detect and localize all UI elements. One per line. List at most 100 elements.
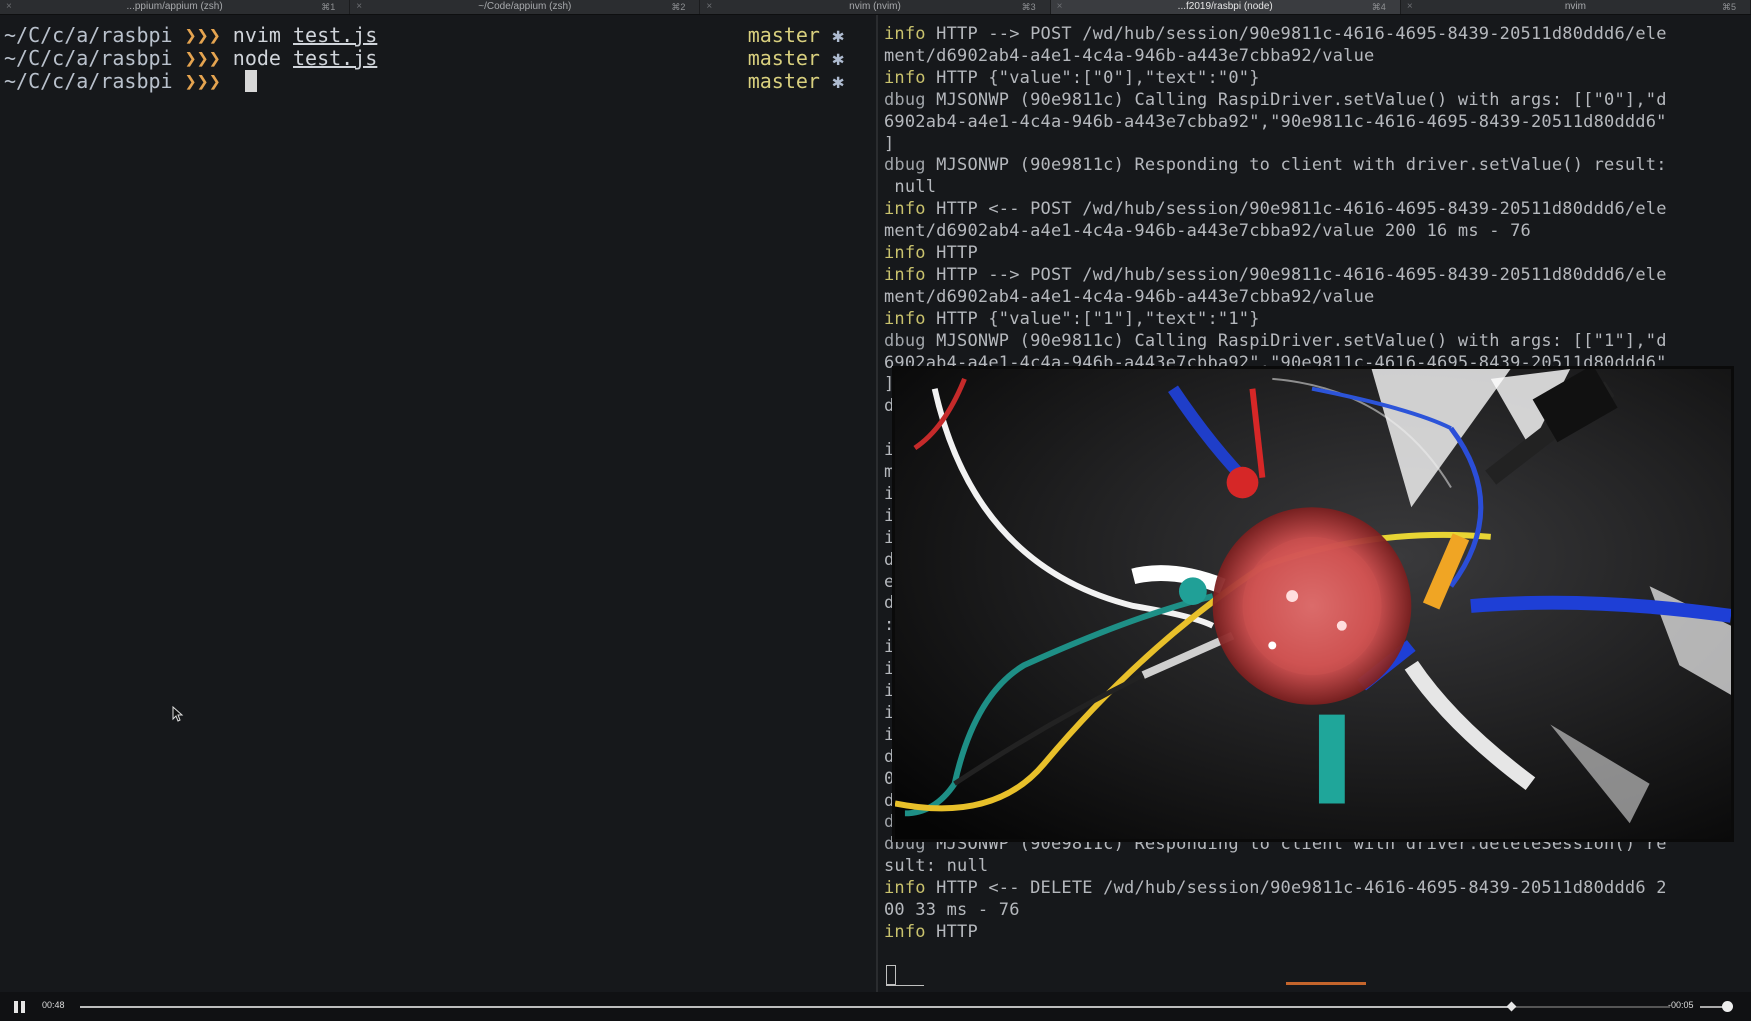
log-level: info [884, 264, 926, 285]
log-text: HTTP --> POST /wd/hub/session/90e9811c-4… [925, 24, 1667, 44]
log-line: info HTTP [884, 242, 978, 264]
log-line: info HTTP [884, 921, 978, 943]
remaining-time: -00:05 [1668, 1000, 1694, 1010]
git-branch-name: master [747, 46, 820, 70]
log-line: info HTTP --> POST /wd/hub/session/90e98… [884, 23, 1667, 45]
tab-3[interactable]: × nvim (nvim) ⌘3 [700, 0, 1051, 14]
log-text: HTTP --> POST /wd/hub/session/90e9811c-4… [925, 264, 1667, 285]
tab-5[interactable]: × nvim ⌘5 [1401, 0, 1751, 14]
prompt-argument: test.js [293, 46, 378, 70]
log-text: HTTP {"value":["1"],"text":"1"} [925, 308, 1260, 329]
terminal-cursor [244, 70, 257, 92]
log-line: ] [884, 133, 894, 155]
log-line: 00 33 ms - 76 [884, 899, 1020, 921]
video-overlay-photo [892, 366, 1734, 842]
log-line: dbug MJSONWP (90e9811c) Calling RaspiDri… [884, 330, 1667, 352]
log-text: HTTP [925, 921, 978, 942]
log-text: MJSONWP (90e9811c) Calling RaspiDriver.s… [925, 89, 1667, 110]
git-branch-indicator: master ✱ [748, 23, 844, 47]
video-player-controls: 00:48 -00:05 [0, 992, 1751, 1021]
terminal-tab-bar: × ...ppium/appium (zsh) ⌘1 × ~/Code/appium (… [0, 0, 1751, 15]
tab-shortcut: ⌘2 [671, 2, 686, 12]
circuit-board-image [895, 369, 1731, 839]
log-level: info [884, 67, 926, 88]
prompt-chevrons: ❯❯❯ [184, 69, 221, 93]
close-icon[interactable]: × [1407, 0, 1413, 14]
log-text: MJSONWP (90e9811c) Calling RaspiDriver.s… [925, 330, 1667, 351]
log-line: info HTTP {"value":["1"],"text":"1"} [884, 308, 1260, 330]
progress-fill [80, 1006, 1511, 1008]
scrubber-handle[interactable] [1506, 1001, 1517, 1012]
log-text: ment/d6902ab4-a4e1-4c4a-946b-a443e7cbba9… [884, 221, 1531, 242]
log-text: sult: null [884, 856, 989, 877]
log-text: 6902ab4-a4e1-4c4a-946b-a443e7cbba92","90… [884, 111, 1667, 132]
git-branch-indicator: master ✱ [748, 46, 844, 70]
elapsed-time: 00:48 [42, 1000, 65, 1010]
prompt-path: ~/C/c/a/rasbpi [4, 23, 173, 47]
close-icon[interactable]: × [6, 0, 12, 14]
log-level: info [884, 199, 926, 220]
log-line: 6902ab4-a4e1-4c4a-946b-a443e7cbba92","90… [884, 111, 1667, 133]
log-level: dbug [884, 155, 926, 176]
log-text: null [884, 177, 937, 198]
log-line: info HTTP --> POST /wd/hub/session/90e98… [884, 264, 1667, 286]
tab-4[interactable]: × ...f2019/rasbpi (node) ⌘4 [1050, 0, 1401, 14]
log-line: ment/d6902ab4-a4e1-4c4a-946b-a443e7cbba9… [884, 220, 1531, 242]
log-line: dbug MJSONWP (90e9811c) Responding to cl… [884, 154, 1667, 176]
tab-shortcut: ⌘4 [1371, 2, 1386, 12]
tab-shortcut: ⌘3 [1021, 2, 1036, 12]
close-icon[interactable]: × [356, 0, 362, 14]
prompt-chevrons: ❯❯❯ [184, 23, 221, 47]
log-line: dbug MJSONWP (90e9811c) Calling RaspiDri… [884, 89, 1667, 111]
prompt-command: node [232, 46, 281, 70]
volume-knob[interactable] [1722, 1001, 1733, 1012]
dirty-star-icon: ✱ [831, 46, 844, 70]
tab-title: nvim [1564, 1, 1586, 12]
log-line: info HTTP <-- DELETE /wd/hub/session/90e… [884, 877, 1667, 899]
prompt-chevrons: ❯❯❯ [184, 46, 221, 70]
log-line: ment/d6902ab4-a4e1-4c4a-946b-a443e7cbba9… [884, 286, 1374, 308]
close-icon[interactable]: × [706, 0, 712, 14]
prompt-line: ~/C/c/a/rasbpi ❯❯❯ node test.js [4, 46, 377, 70]
log-level: info [884, 24, 926, 44]
tab-2[interactable]: × ~/Code/appium (zsh) ⌘2 [350, 0, 701, 14]
log-text: MJSONWP (90e9811c) Responding to client … [925, 155, 1667, 176]
tab-title: nvim (nvim) [849, 1, 901, 12]
log-level: info [884, 878, 926, 899]
log-text: ] [884, 133, 895, 154]
dirty-star-icon: ✱ [831, 23, 844, 47]
git-branch-name: master [747, 23, 820, 47]
log-text: ment/d6902ab4-a4e1-4c4a-946b-a443e7cbba9… [884, 286, 1375, 307]
log-text: ment/d6902ab4-a4e1-4c4a-946b-a443e7cbba9… [884, 45, 1375, 66]
log-text: HTTP <-- DELETE /wd/hub/session/90e9811c… [925, 878, 1667, 899]
close-icon[interactable]: × [1057, 0, 1063, 14]
pause-button[interactable] [14, 1001, 26, 1013]
prompt-command: nvim [232, 23, 281, 47]
mouse-pointer-icon [172, 706, 184, 722]
prompt-line: ~/C/c/a/rasbpi ❯❯❯ nvim test.js [4, 23, 377, 47]
tab-1[interactable]: × ...ppium/appium (zsh) ⌘1 [0, 0, 351, 14]
log-level: info [884, 921, 926, 942]
progress-track[interactable] [80, 1001, 1670, 1012]
log-line: ment/d6902ab4-a4e1-4c4a-946b-a443e7cbba9… [884, 45, 1374, 67]
log-level: dbug [884, 330, 926, 351]
log-level: info [884, 308, 926, 329]
tab-title: ...f2019/rasbpi (node) [1177, 1, 1273, 12]
log-text: 00 33 ms - 76 [884, 900, 1020, 920]
tab-shortcut: ⌘5 [1722, 2, 1737, 12]
left-terminal-pane[interactable]: ~/C/c/a/rasbpi ❯❯❯ nvim test.js master ✱ ~/… [0, 15, 876, 992]
log-line: null [884, 176, 936, 198]
cursor-underline [886, 985, 924, 986]
tab-shortcut: ⌘1 [321, 2, 336, 12]
dirty-star-icon: ✱ [831, 69, 844, 93]
log-line: info HTTP {"value":["0"],"text":"0"} [884, 67, 1260, 89]
log-text: HTTP <-- POST /wd/hub/session/90e9811c-4… [925, 199, 1667, 220]
git-branch-name: master [747, 69, 820, 93]
prompt-path: ~/C/c/a/rasbpi [4, 46, 173, 70]
log-level: info [884, 243, 926, 263]
scroll-indicator [1286, 982, 1366, 985]
log-level: dbug [884, 89, 926, 110]
log-line: info HTTP <-- POST /wd/hub/session/90e98… [884, 198, 1667, 220]
git-branch-indicator: master ✱ [748, 69, 844, 93]
prompt-line: ~/C/c/a/rasbpi ❯❯❯ [4, 69, 257, 93]
